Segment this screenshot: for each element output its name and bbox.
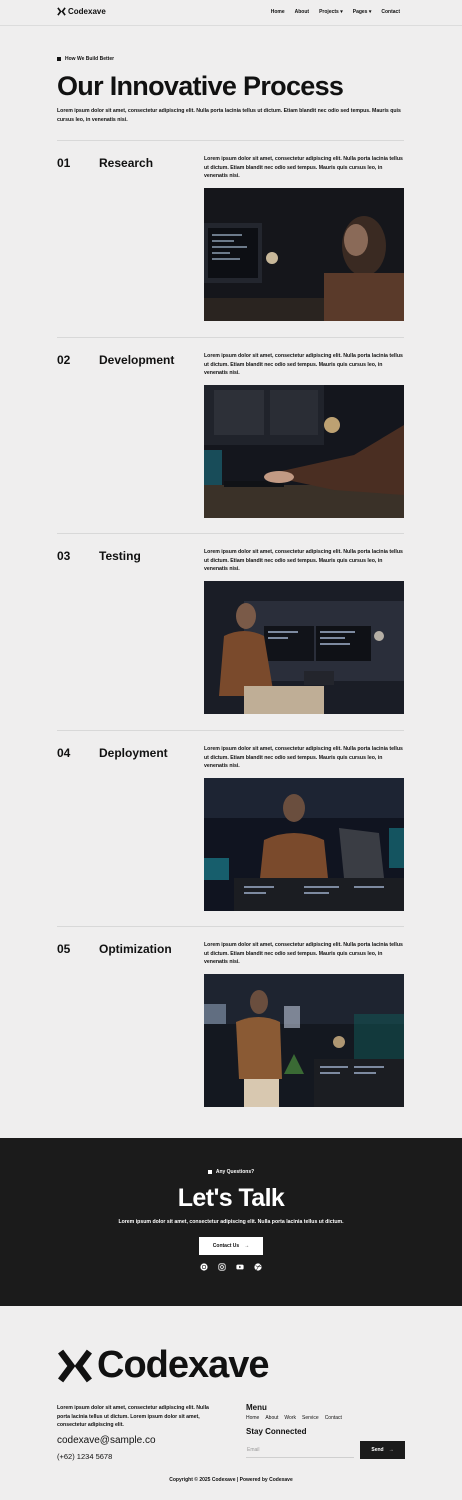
step-number: 03 <box>57 549 71 563</box>
step-description: Lorem ipsum dolor sit amet, consectetur … <box>204 746 403 769</box>
step-description: Lorem ipsum dolor sit amet, consectetur … <box>204 549 403 572</box>
footer-link-work[interactable]: Work <box>284 1415 296 1421</box>
cta-eyebrow: Any Questions? <box>0 1169 462 1175</box>
social-links <box>199 1263 263 1271</box>
arrow-right-icon: → <box>388 1447 394 1453</box>
step-number: 04 <box>57 746 71 760</box>
step-photo <box>204 188 404 321</box>
nav-about[interactable]: About <box>295 9 309 15</box>
hero-eyebrow-text: How We Build Better <box>65 56 115 62</box>
instagram-alt-icon[interactable] <box>200 1263 208 1271</box>
step-photo <box>204 385 404 518</box>
process-step: 05 Optimization Lorem ipsum dolor sit am… <box>57 926 404 1123</box>
process-step: 03 Testing Lorem ipsum dolor sit amet, c… <box>57 533 404 730</box>
process-step: 04 Deployment Lorem ipsum dolor sit amet… <box>57 730 404 927</box>
x-logo-icon <box>57 7 66 16</box>
footer-email[interactable]: codexave@sample.co <box>57 1435 156 1446</box>
brand-logo[interactable]: Codexave <box>57 7 106 16</box>
step-title: Testing <box>99 549 141 563</box>
nav-pages-label: Pages <box>352 9 368 15</box>
site-header: Codexave Home About Projects ▾ Pages ▾ C… <box>0 0 462 26</box>
cta-description: Lorem ipsum dolor sit amet, consectetur … <box>118 1219 344 1225</box>
step-photo <box>204 581 404 714</box>
cta-eyebrow-text: Any Questions? <box>215 1169 255 1175</box>
main-nav: Home About Projects ▾ Pages ▾ Contact <box>271 9 400 15</box>
step-photo <box>204 974 404 1107</box>
nav-projects-label: Projects <box>319 9 339 15</box>
chevron-down-icon: ▾ <box>340 9 343 15</box>
step-description: Lorem ipsum dolor sit amet, consectetur … <box>204 156 403 179</box>
nav-contact[interactable]: Contact <box>381 9 400 15</box>
step-title: Research <box>99 156 154 170</box>
x-logo-icon <box>58 1349 92 1382</box>
step-description: Lorem ipsum dolor sit amet, consectetur … <box>204 353 403 376</box>
square-bullet-icon <box>207 1170 212 1174</box>
nav-projects[interactable]: Projects ▾ <box>319 9 343 15</box>
step-title: Development <box>99 353 175 367</box>
cta-title: Let's Talk <box>177 1184 285 1212</box>
footer-link-about[interactable]: About <box>265 1415 278 1421</box>
chevron-down-icon: ▾ <box>368 9 372 15</box>
stay-connected-title: Stay Connected <box>246 1427 307 1436</box>
step-number: 02 <box>57 353 71 367</box>
cta-section: Any Questions? Let's Talk Lorem ipsum do… <box>0 1138 462 1306</box>
footer-link-home[interactable]: Home <box>246 1415 259 1421</box>
brand-name: Codexave <box>68 7 106 16</box>
footer-menu: Home About Work Service Contact <box>246 1415 342 1421</box>
footer-menu-title: Menu <box>246 1403 267 1412</box>
nav-pages[interactable]: Pages ▾ <box>353 9 372 15</box>
page-title: Our Innovative Process <box>57 71 344 101</box>
footer-link-contact[interactable]: Contact <box>325 1415 342 1421</box>
square-bullet-icon <box>57 57 61 61</box>
footer-link-service[interactable]: Service <box>302 1415 319 1421</box>
newsletter-email-input[interactable] <box>246 1443 354 1458</box>
arrow-right-icon: → <box>244 1243 250 1249</box>
process-step: 01 Research Lorem ipsum dolor sit amet, … <box>57 140 404 337</box>
footer-description: Lorem ipsum dolor sit amet, consectetur … <box>57 1405 209 1428</box>
hero-description: Lorem ipsum dolor sit amet, consectetur … <box>57 108 401 123</box>
contact-us-label: Contact Us <box>212 1243 240 1249</box>
dribbble-icon[interactable] <box>254 1263 262 1271</box>
step-title: Optimization <box>99 942 172 956</box>
hero-eyebrow: How We Build Better <box>57 56 114 62</box>
copyright: Copyright © 2025 Codexave | Powered by C… <box>169 1477 293 1483</box>
footer-brand-logo: Codexave <box>57 1344 270 1387</box>
send-button[interactable]: Send → <box>360 1441 405 1459</box>
contact-us-button[interactable]: Contact Us → <box>199 1237 263 1255</box>
step-photo <box>204 778 404 911</box>
footer-brand-name: Codexave <box>97 1344 270 1386</box>
step-number: 01 <box>57 156 71 170</box>
step-description: Lorem ipsum dolor sit amet, consectetur … <box>204 942 403 965</box>
instagram-icon[interactable] <box>218 1263 226 1271</box>
footer-phone[interactable]: (+62) 1234 5678 <box>57 1452 112 1461</box>
nav-home[interactable]: Home <box>271 9 285 15</box>
send-label: Send <box>371 1447 384 1453</box>
youtube-icon[interactable] <box>236 1263 244 1271</box>
step-title: Deployment <box>99 746 168 760</box>
process-step: 02 Development Lorem ipsum dolor sit ame… <box>57 337 404 534</box>
step-number: 05 <box>57 942 71 956</box>
